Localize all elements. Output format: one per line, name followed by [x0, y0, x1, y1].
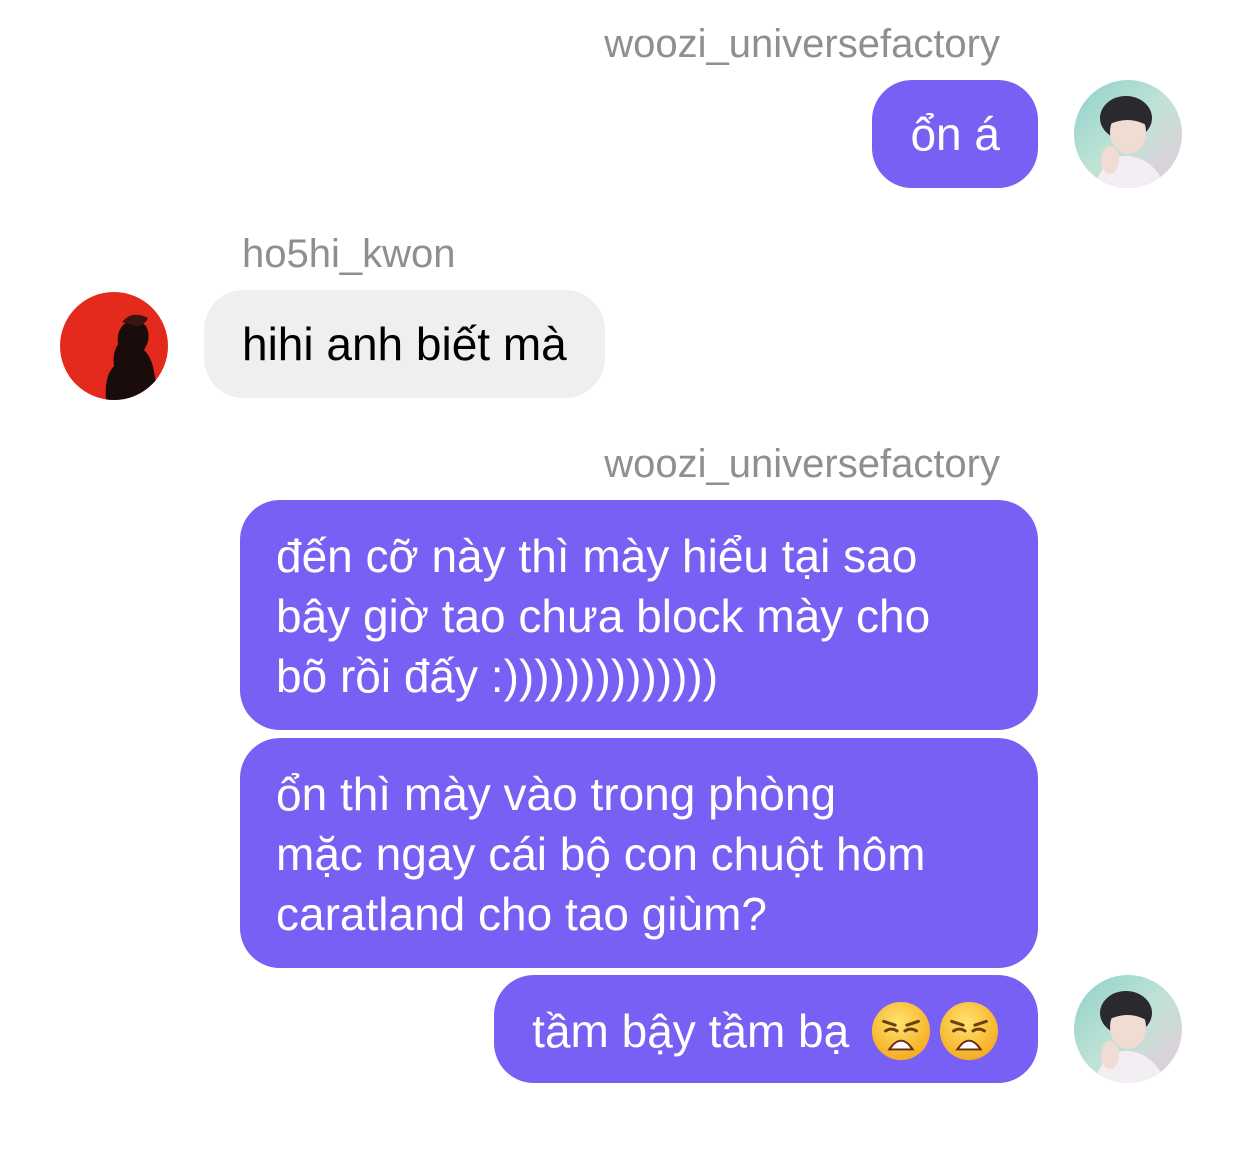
emoji-group	[870, 1000, 1000, 1062]
profile-photo-icon	[1074, 975, 1182, 1083]
weary-face-icon	[870, 1000, 932, 1062]
message-bubble-outgoing[interactable]: ổn á	[872, 80, 1038, 188]
message-text: tầm bậy tầm bạ	[532, 1004, 850, 1057]
sender-username[interactable]: ho5hi_kwon	[242, 230, 456, 278]
profile-photo-icon	[60, 292, 168, 400]
message-bubble-incoming[interactable]: hihi anh biết mà	[204, 290, 605, 398]
avatar-woozi[interactable]	[1074, 80, 1182, 188]
avatar-hoshi[interactable]	[60, 292, 168, 400]
message-bubble-outgoing[interactable]: đến cỡ này thì mày hiểu tại sao bây giờ …	[240, 500, 1038, 730]
sender-username[interactable]: woozi_universefactory	[604, 440, 1000, 488]
avatar-woozi[interactable]	[1074, 975, 1182, 1083]
profile-photo-icon	[1074, 80, 1182, 188]
message-text: ổn thì mày vào trong phòng mặc ngay cái …	[276, 768, 926, 940]
weary-face-icon	[938, 1000, 1000, 1062]
message-bubble-outgoing[interactable]: tầm bậy tầm bạ	[494, 975, 1038, 1083]
message-bubble-outgoing[interactable]: ổn thì mày vào trong phòng mặc ngay cái …	[240, 738, 1038, 968]
message-text: đến cỡ này thì mày hiểu tại sao bây giờ …	[276, 530, 931, 702]
message-text: ổn á	[910, 108, 1000, 160]
message-text: hihi anh biết mà	[242, 318, 567, 370]
sender-username[interactable]: woozi_universefactory	[604, 20, 1000, 68]
